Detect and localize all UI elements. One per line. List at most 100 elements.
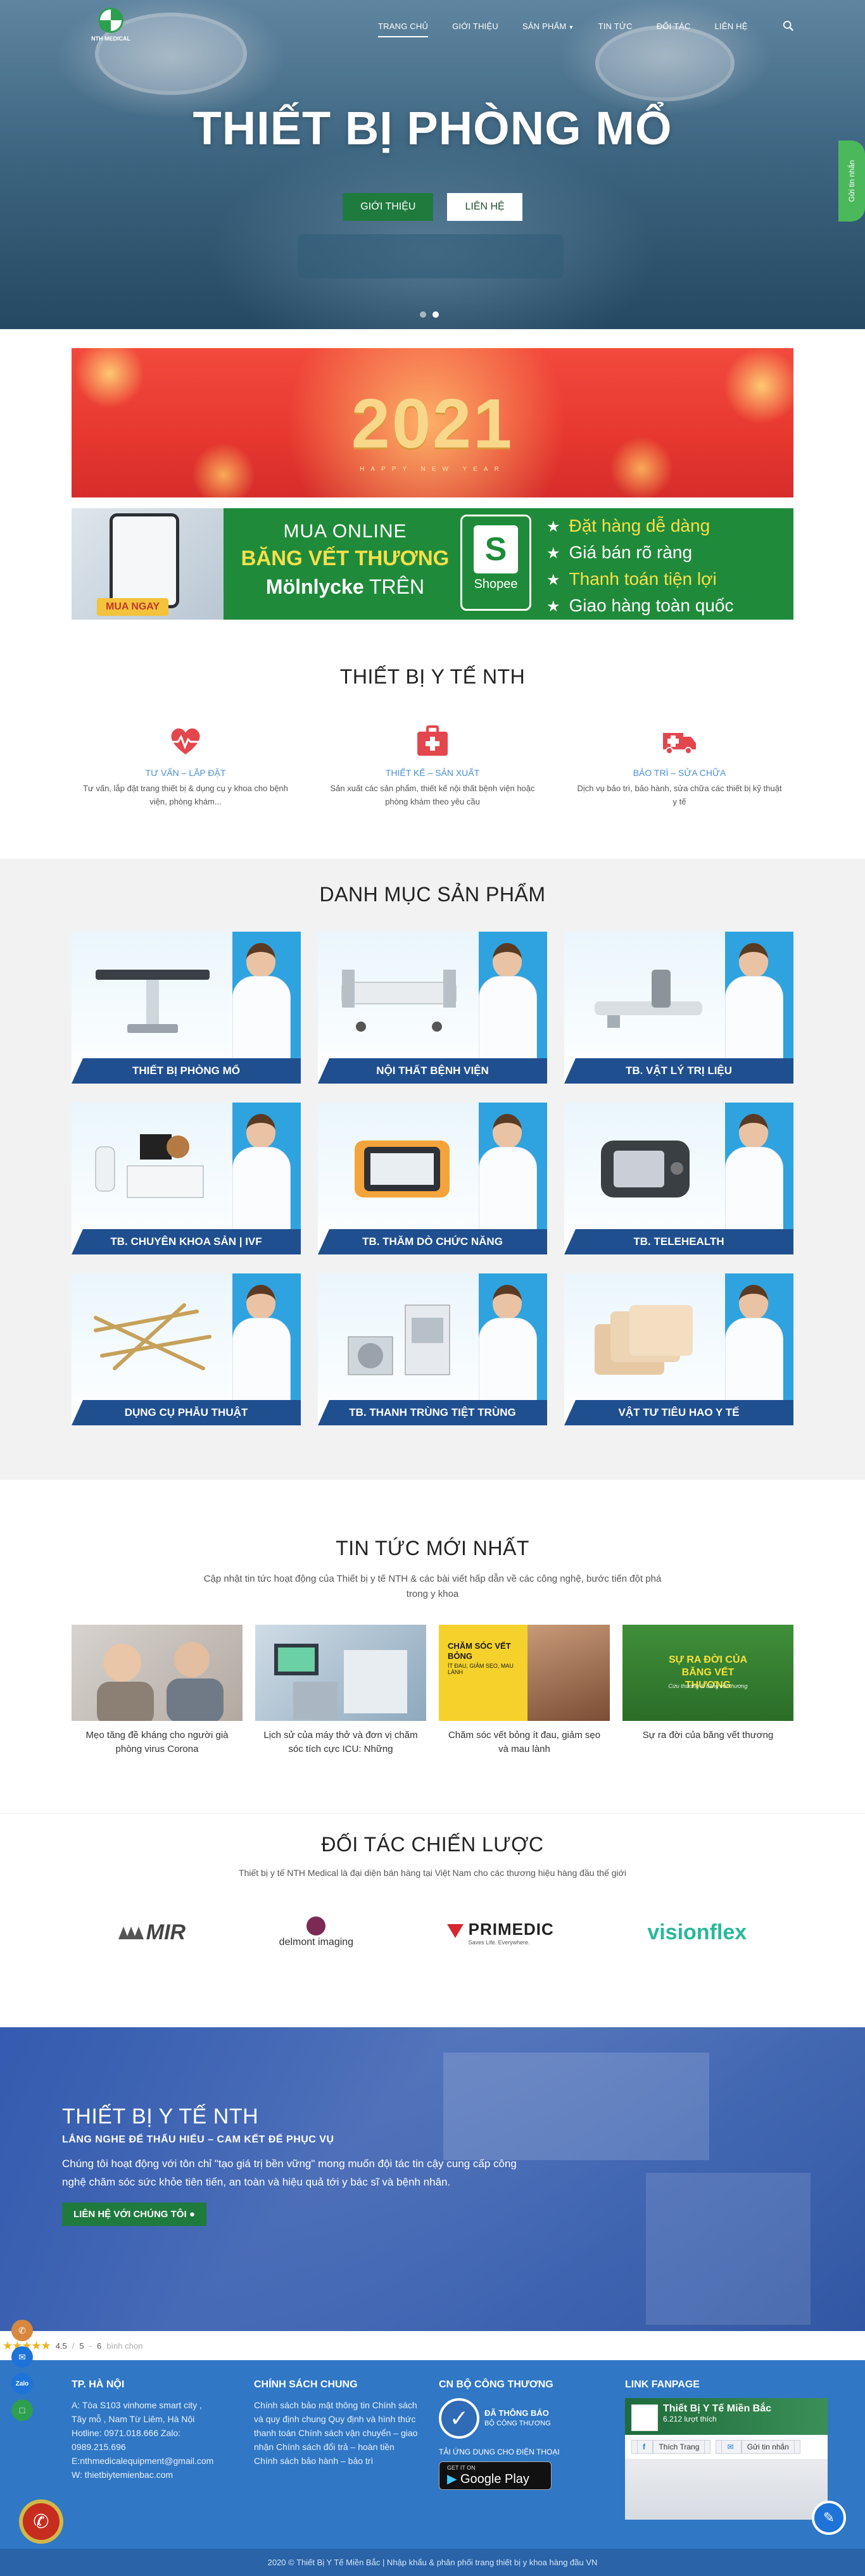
shopee-banner[interactable]: MUA NGAY MUA ONLINE BĂNG VẾT THƯƠNG Möln… — [72, 508, 793, 620]
footer-heading: CN BỘ CÔNG THƯƠNG — [439, 2379, 553, 2390]
category-card[interactable]: TB. THANH TRÙNG TIỆT TRÙNG — [318, 1273, 547, 1425]
menu-item-partners[interactable]: ĐỐI TÁC — [645, 22, 703, 31]
partner-logo-primedic[interactable]: PRIMEDIC Saves Life. Everywhere. — [446, 1920, 554, 1946]
category-card[interactable]: TB. TELEHEALTH — [564, 1103, 793, 1254]
website-link[interactable]: W: thietbiytemienbac.com — [72, 2468, 254, 2482]
send-message-tab[interactable]: Gửi tin nhắn — [838, 141, 865, 222]
category-card[interactable]: THIẾT BỊ PHÒNG MỔ — [72, 932, 301, 1084]
ambulance-icon — [663, 733, 696, 754]
service-item[interactable]: THIẾT KẾ – SẢN XUẤT Sản xuất các sản phẩ… — [328, 722, 537, 808]
banner-year: 2021 — [351, 385, 514, 463]
news-title-link[interactable]: Sự ra đời của băng vết thương — [622, 1729, 793, 1742]
contact-button[interactable]: LIÊN HỆ — [447, 193, 522, 221]
category-label: DỤNG CỤ PHẪU THUẬT — [72, 1400, 301, 1425]
category-card[interactable]: DỤNG CỤ PHẪU THUẬT — [72, 1273, 301, 1425]
news-thumbnail[interactable]: CHĂM SÓC VẾT BỎNG ÍT ĐAU, GIẢM SẸO, MAU … — [439, 1625, 610, 1721]
phone-float-icon[interactable]: ✆ — [11, 2320, 33, 2341]
partners-section: ĐỐI TÁC CHIẾN LƯỢC Thiết bị y tế NTH Med… — [0, 1813, 865, 2027]
sms-float-icon[interactable]: □ — [11, 2399, 33, 2421]
about-title: THIẾT BỊ Y TẾ NTH — [62, 2104, 259, 2129]
category-card[interactable]: NỘI THẤT BỆNH VIỆN — [318, 932, 547, 1084]
news-card[interactable]: CHĂM SÓC VẾT BỎNG ÍT ĐAU, GIẢM SẸO, MAU … — [439, 1625, 610, 1756]
policy-links[interactable]: Chính sách bảo mật thông tin Chính sách … — [254, 2398, 419, 2468]
like-page-label: Thích Trang — [653, 2440, 705, 2454]
menu-item-products[interactable]: SẢN PHẨM ▼ — [510, 22, 586, 31]
category-label: THIẾT BỊ PHÒNG MỔ — [72, 1058, 301, 1084]
menu-item-contact[interactable]: LIÊN HỆ — [703, 22, 760, 31]
partner-logo-visionflex[interactable]: visionflex — [647, 1920, 747, 1945]
ministry-certificate[interactable]: ✓ ĐÃ THÔNG BÁO BỘ CÔNG THƯƠNG — [439, 2398, 625, 2439]
fanpage-likes: 6.212 lượt thích — [663, 2415, 717, 2423]
rating-bar: ★★★★★ 4.5 / 5 - 6 bình chọn — [3, 2339, 143, 2352]
category-card[interactable]: TB. THĂM DÒ CHỨC NĂNG — [318, 1103, 547, 1254]
zalo-line[interactable]: 0989.215.696 — [72, 2440, 254, 2454]
intro-button[interactable]: GIỚI THIỆU — [343, 193, 434, 221]
news-card[interactable]: Mẹo tăng đề kháng cho người già phòng vi… — [72, 1625, 243, 1756]
news-thumbnail[interactable] — [72, 1625, 243, 1721]
menu-item-home[interactable]: TRANG CHỦ — [366, 22, 440, 37]
banner-line-3-suffix: TRÊN — [369, 575, 425, 598]
new-year-banner[interactable]: 2021 HAPPY NEW YEAR — [72, 348, 793, 497]
user-icon: ● — [189, 2209, 195, 2220]
messenger-icon: ✉ — [721, 2440, 742, 2454]
menu-item-about[interactable]: GIỚI THIỆU — [440, 22, 510, 31]
email-link[interactable]: E:nthmedicalequipment@gmail.com — [72, 2454, 254, 2468]
service-desc: Dịch vụ bảo trì, bảo hành, sửa chữa các … — [577, 784, 782, 806]
service-desc: Sản xuất các sản phẩm, thiết kế nội thất… — [330, 784, 535, 806]
doctor-image — [232, 943, 291, 1071]
telehealth-device-image — [601, 1141, 690, 1197]
facebook-page-widget[interactable]: Thiết Bị Y Tế Miền Bắc 6.212 lượt thích … — [625, 2398, 828, 2520]
promo-banners: 2021 HAPPY NEW YEAR MUA NGAY MUA ONLINE … — [0, 329, 865, 620]
call-now-button[interactable]: ✆ — [19, 2499, 63, 2544]
category-label: TB. THANH TRÙNG TIỆT TRÙNG — [318, 1400, 547, 1425]
news-card[interactable]: Lịch sử của máy thở và đơn vị chăm sóc t… — [255, 1625, 426, 1756]
news-title-link[interactable]: Mẹo tăng đề kháng cho người già phòng vi… — [72, 1729, 243, 1756]
partner-name: MIR — [146, 1920, 186, 1944]
doctor-image — [725, 943, 783, 1071]
partner-name: delmont imaging — [279, 1937, 354, 1948]
category-card[interactable]: TB. CHUYÊN KHOA SẢN | IVF — [72, 1103, 301, 1254]
menu: TRANG CHỦ GIỚI THIỆU SẢN PHẨM ▼ TIN TỨC Đ… — [366, 22, 760, 37]
category-label: NỘI THẤT BỆNH VIỆN — [318, 1058, 547, 1084]
hotline-line[interactable]: Hotline: 0971.018.666 Zalo: — [72, 2426, 254, 2440]
fanpage-name[interactable]: Thiết Bị Y Tế Miền Bắc — [663, 2403, 821, 2415]
partners-lead: Thiết bị y tế NTH Medical là đại diện bá… — [239, 1868, 626, 1878]
news-thumbnail[interactable] — [255, 1625, 426, 1721]
zalo-float-icon[interactable]: Zalo — [11, 2373, 33, 2394]
like-page-button[interactable]: f Thích Trang — [631, 2440, 711, 2454]
footer-col-fanpage: LINK FANPAGE Thiết Bị Y Tế Miền Bắc 6.21… — [625, 2379, 828, 2520]
news-title-link[interactable]: Lịch sử của máy thở và đơn vị chăm sóc t… — [255, 1729, 426, 1756]
news-title-link[interactable]: Chăm sóc vết bỏng ít đau, giảm sẹo và ma… — [439, 1729, 610, 1756]
category-label: TB. TELEHEALTH — [564, 1229, 793, 1254]
doctor-image — [479, 1285, 537, 1413]
category-card[interactable]: VẬT TƯ TIÊU HAO Y TẾ — [564, 1273, 793, 1425]
service-item[interactable]: BẢO TRÌ – SỬA CHỮA Dịch vụ bảo trì, bảo … — [575, 722, 784, 808]
services-section: THIẾT BỊ Y TẾ NTH TƯ VẤN – LẮP ĐẶT Tư vấ… — [0, 620, 865, 859]
menu-label: GIỚI THIỆU — [452, 22, 498, 31]
partner-logo-mir[interactable]: MIR — [118, 1920, 186, 1945]
category-card[interactable]: TB. VẬT LÝ TRỊ LIỆU — [564, 932, 793, 1084]
partner-logo-delmont[interactable]: delmont imaging — [279, 1916, 353, 1948]
banner-year-sub: HAPPY NEW YEAR — [360, 466, 505, 473]
search-icon[interactable] — [783, 20, 794, 32]
news-title: TIN TỨC MỚI NHẤT — [336, 1537, 529, 1560]
menu-label: LIÊN HỆ — [714, 22, 748, 31]
slider-dot-active[interactable] — [432, 311, 439, 318]
google-play-button[interactable]: GET IT ON ▶ Google Play — [439, 2461, 552, 2490]
site-logo[interactable]: NTH MEDICAL — [89, 8, 133, 46]
news-thumbnail[interactable]: SỰ RA ĐỜI CỦA BĂNG VẾT THƯƠNG Cứu thương… — [622, 1625, 793, 1721]
service-item[interactable]: TƯ VẤN – LẮP ĐẶT Tư vấn, lắp đặt trang t… — [81, 722, 290, 808]
menu-item-news[interactable]: TIN TỨC — [586, 22, 645, 31]
messenger-float-icon[interactable]: ✉ — [11, 2346, 33, 2368]
news-card[interactable]: SỰ RA ĐỜI CỦA BĂNG VẾT THƯƠNG Cứu thương… — [622, 1625, 793, 1756]
rating-max: 5 — [79, 2341, 84, 2351]
operating-table-image — [96, 970, 210, 1033]
contact-us-button[interactable]: LIÊN HỆ VỚI CHÚNG TÔI ● — [62, 2203, 206, 2226]
slider-dot[interactable] — [420, 311, 426, 318]
send-message-button[interactable]: ✉ Gửi tin nhắn — [716, 2440, 800, 2454]
category-label: TB. THĂM DÒ CHỨC NĂNG — [318, 1229, 547, 1254]
rating-count: 6 — [96, 2341, 102, 2351]
ivf-equipment-image — [95, 1134, 204, 1198]
chat-widget-icon[interactable]: ✎ — [812, 2501, 846, 2535]
site-footer: TP. HÀ NỘI A: Tòa S103 vinhome smart cit… — [0, 2320, 865, 2549]
